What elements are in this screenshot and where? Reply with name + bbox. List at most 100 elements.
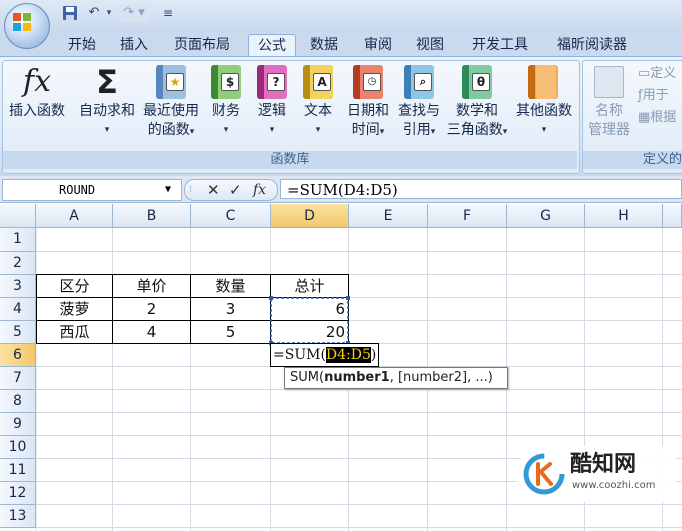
text-dropdown-icon: ▾ [315, 125, 321, 135]
name-manager-button[interactable]: 名称 管理器 [584, 62, 634, 140]
row-header-6[interactable]: 6 [0, 344, 36, 367]
tab-formulas[interactable]: 公式 [248, 34, 296, 57]
cell-a5[interactable]: 西瓜 [37, 321, 112, 343]
lookup-book-icon: ⌕ [404, 65, 434, 99]
formula-input[interactable]: =SUM(D4:D5) [280, 179, 682, 199]
cell-b4[interactable]: 2 [113, 298, 190, 320]
tab-home[interactable]: 开始 [60, 34, 104, 56]
row-header-7[interactable]: 7 [0, 367, 36, 390]
name-box-value: ROUND [59, 183, 96, 197]
tab-page-layout[interactable]: 页面布局 [166, 34, 238, 56]
financial-book-icon: $ [211, 65, 241, 99]
financial-button[interactable]: $ 财务 ▾ [206, 62, 246, 140]
undo-icon[interactable]: ↶ [84, 4, 104, 22]
grip-icon: ⁝ [189, 184, 193, 195]
watermark: 酷知网 www.coozhi.com [516, 446, 676, 502]
cell-a3[interactable]: 区分 [37, 275, 112, 297]
defined-names-label: 定义的 [583, 151, 682, 169]
name-manager-label-1: 名称 [595, 103, 623, 119]
row-header-1[interactable]: 1 [0, 228, 36, 252]
column-header-e[interactable]: E [349, 204, 428, 228]
save-icon[interactable] [62, 5, 78, 21]
select-all-corner[interactable] [0, 204, 36, 228]
function-syntax-tooltip[interactable]: SUM(number1, [number2], ...) [284, 367, 508, 389]
tab-data[interactable]: 数据 [302, 34, 346, 56]
column-header-h[interactable]: H [585, 204, 663, 228]
use-in-formula-button[interactable]: ƒ用于 [638, 86, 669, 106]
customize-quick-access-icon[interactable]: ≡ [160, 4, 176, 22]
recently-used-label-2: 的函数▾ [147, 122, 195, 138]
row-header-9[interactable]: 9 [0, 413, 36, 436]
row-header-2[interactable]: 2 [0, 252, 36, 275]
cell-d3[interactable]: 总计 [271, 275, 348, 297]
watermark-url: www.coozhi.com [572, 480, 656, 491]
cell-d5[interactable]: 20 [271, 321, 345, 343]
column-header-g[interactable]: G [507, 204, 585, 228]
tab-review[interactable]: 审阅 [356, 34, 400, 56]
redo-icon[interactable]: ↷ ▾ [116, 4, 152, 22]
name-box-dropdown-icon[interactable]: ▼ [165, 180, 171, 200]
define-name-icon: ▭ [638, 66, 651, 81]
cell-d6-editor[interactable]: =SUM(D4:D5) [270, 343, 380, 367]
cell-c5[interactable]: 5 [191, 321, 270, 343]
star-book-icon: ★ [156, 65, 186, 99]
cell-a4[interactable]: 菠萝 [37, 298, 112, 320]
math-trig-button[interactable]: θ 数学和 三角函数▾ [442, 62, 512, 142]
lookup-label-1: 查找与 [398, 103, 440, 119]
column-header-c[interactable]: C [191, 204, 271, 228]
cell-b5[interactable]: 4 [113, 321, 190, 343]
date-time-label-1: 日期和 [347, 103, 389, 119]
row-header-5[interactable]: 5 [0, 321, 36, 344]
tab-view[interactable]: 视图 [408, 34, 452, 56]
logical-button[interactable]: ? 逻辑 ▾ [252, 62, 292, 140]
row-header-12[interactable]: 12 [0, 482, 36, 505]
row-header-13[interactable]: 13 [0, 505, 36, 528]
lookup-label-2: 引用▾ [402, 122, 436, 138]
column-header-b[interactable]: B [113, 204, 191, 228]
function-library-label: 函数库 [3, 151, 577, 169]
tooltip-current-argument[interactable]: number1 [324, 370, 390, 385]
cell-b3[interactable]: 单价 [113, 275, 190, 297]
math-book-icon: θ [462, 65, 492, 99]
name-box[interactable]: ROUND ▼ [2, 179, 182, 201]
more-functions-label: 其他函数 [516, 103, 572, 119]
insert-function-icon[interactable]: fx [253, 180, 266, 200]
enter-icon[interactable]: ✓ [229, 180, 242, 200]
row-header-10[interactable]: 10 [0, 436, 36, 459]
more-functions-button[interactable]: 其他函数 ▾ [512, 62, 576, 140]
text-button[interactable]: A 文本 ▾ [298, 62, 338, 140]
row-header-4[interactable]: 4 [0, 298, 36, 321]
tab-insert[interactable]: 插入 [112, 34, 156, 56]
coozhi-logo-icon [523, 453, 565, 495]
insert-function-button[interactable]: fx 插入函数 [4, 62, 70, 121]
lookup-reference-button[interactable]: ⌕ 查找与 引用▾ [394, 62, 444, 142]
tooltip-other-arguments: , [number2], ...) [389, 370, 493, 385]
recently-used-label-1: 最近使用 [143, 103, 199, 119]
column-header-i[interactable] [663, 204, 682, 228]
column-header-f[interactable]: F [428, 204, 507, 228]
cell-c3[interactable]: 数量 [191, 275, 270, 297]
row-header-8[interactable]: 8 [0, 390, 36, 413]
row-header-11[interactable]: 11 [0, 459, 36, 482]
date-time-button[interactable]: ◷ 日期和 时间▾ [342, 62, 394, 142]
name-manager-label-2: 管理器 [588, 122, 630, 138]
cell-d4[interactable]: 6 [271, 298, 345, 320]
logical-dropdown-icon: ▾ [269, 125, 275, 135]
office-logo-icon [13, 13, 31, 31]
cell-c4[interactable]: 3 [191, 298, 270, 320]
column-header-a[interactable]: A [36, 204, 113, 228]
define-name-button[interactable]: ▭定义 [638, 64, 676, 84]
tab-developer[interactable]: 开发工具 [462, 34, 538, 56]
create-from-selection-button[interactable]: ▦根据 [638, 108, 676, 128]
tab-foxit-reader[interactable]: 福昕阅读器 [544, 34, 640, 56]
undo-dropdown-icon[interactable]: ▾ [104, 4, 114, 22]
autosum-label: 自动求和 [79, 103, 135, 119]
recently-used-button[interactable]: ★ 最近使用 的函数▾ [140, 62, 202, 142]
autosum-button[interactable]: Σ 自动求和 ▾ [76, 62, 138, 140]
column-header-d[interactable]: D [271, 204, 349, 228]
cell-d6-formula-prefix: =SUM( [273, 347, 326, 363]
row-header-3[interactable]: 3 [0, 275, 36, 298]
cancel-icon[interactable]: ✕ [207, 180, 220, 200]
logical-book-icon: ? [257, 65, 287, 99]
date-time-book-icon: ◷ [353, 65, 383, 99]
